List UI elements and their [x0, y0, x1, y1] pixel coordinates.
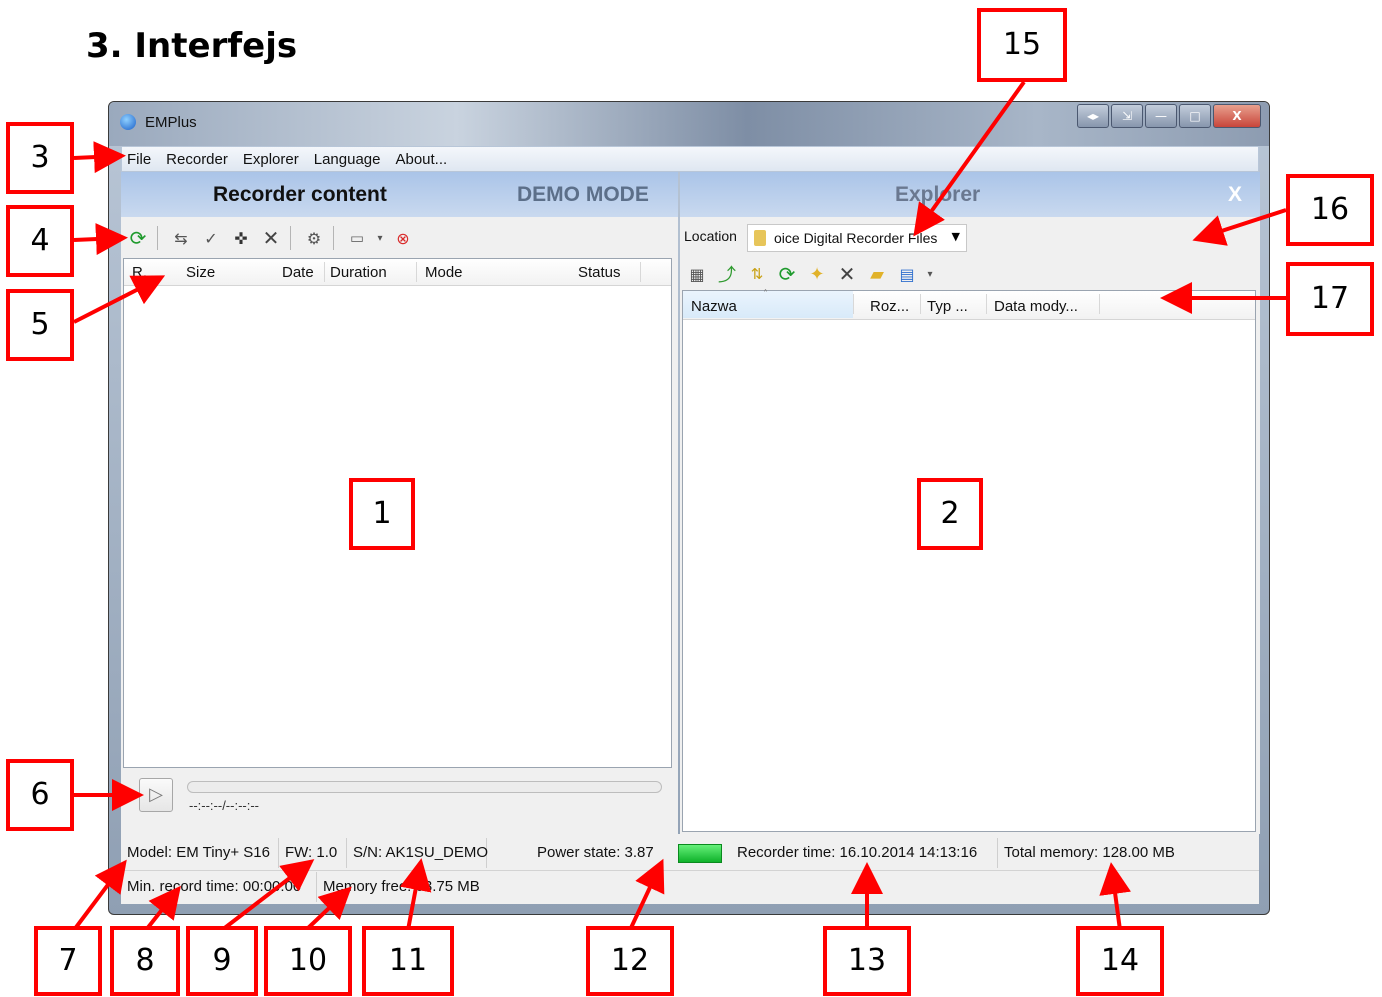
arrow-16 — [1192, 208, 1287, 246]
annotation-4: 4 — [6, 205, 74, 277]
annotation-11: 11 — [362, 926, 454, 996]
annotation-14: 14 — [1076, 926, 1164, 996]
arrow-5 — [73, 275, 166, 324]
annotation-15: 15 — [977, 8, 1067, 82]
arrow-9 — [220, 859, 315, 932]
annotation-6: 6 — [6, 759, 74, 831]
annotation-13: 13 — [823, 926, 911, 996]
annotation-7: 7 — [34, 926, 102, 996]
annotation-16: 16 — [1286, 174, 1374, 246]
annotation-2: 2 — [917, 478, 983, 550]
arrow-3 — [73, 141, 126, 174]
annotation-17: 17 — [1286, 262, 1374, 336]
annotation-arrows — [72, 80, 1287, 932]
arrow-8 — [144, 885, 181, 932]
annotation-9: 9 — [186, 926, 258, 996]
arrow-14 — [1099, 862, 1132, 931]
arrow-12 — [628, 858, 665, 931]
annotation-3: 3 — [6, 122, 74, 194]
arrow-15 — [913, 80, 1026, 237]
arrow-11 — [399, 858, 432, 931]
arrow-10 — [304, 886, 352, 932]
arrow-7 — [72, 859, 127, 932]
annotation-5: 5 — [6, 289, 74, 361]
arrow-4 — [73, 223, 128, 256]
annotation-10: 10 — [264, 926, 352, 996]
annotation-1: 1 — [349, 478, 415, 550]
annotation-12: 12 — [586, 926, 674, 996]
annotation-8: 8 — [110, 926, 180, 996]
